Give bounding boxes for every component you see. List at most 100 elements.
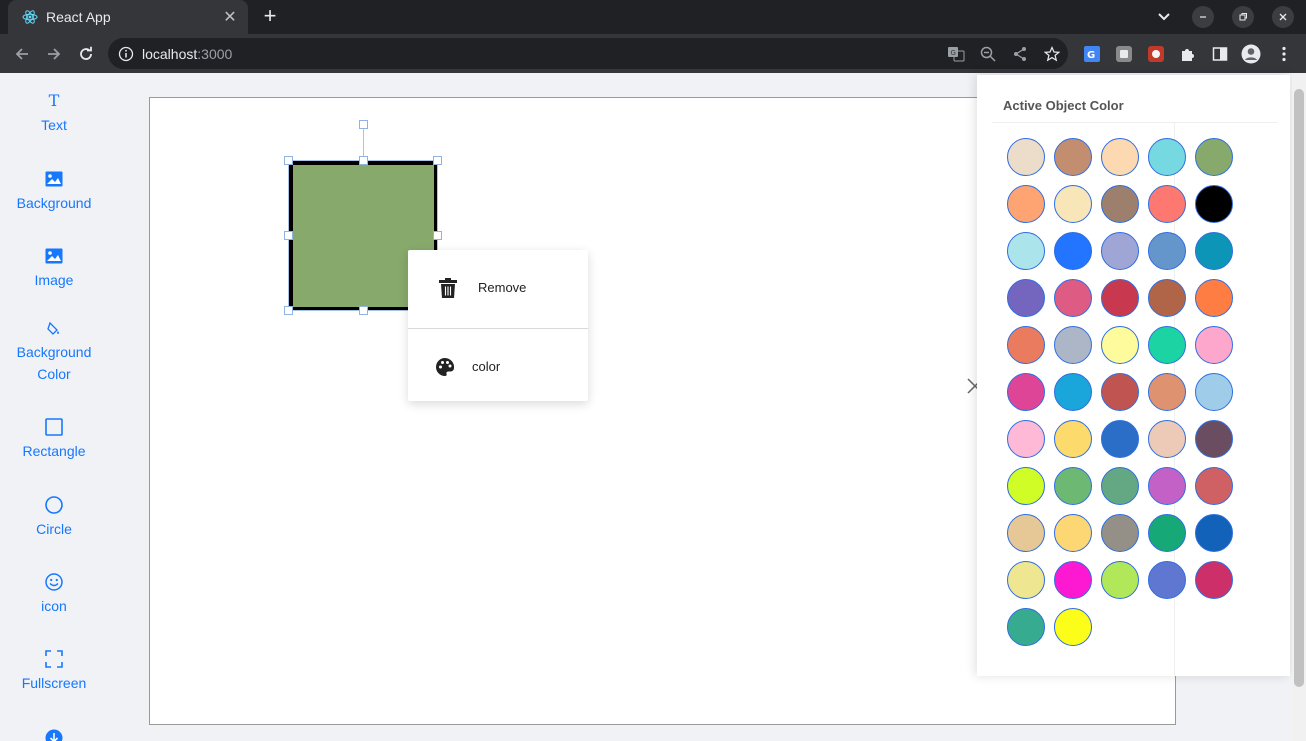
resize-handle-l[interactable] bbox=[284, 231, 293, 240]
browser-window: React App ✕ + localhost:3000 G G T Text … bbox=[0, 0, 1306, 741]
tab-search-icon[interactable] bbox=[1153, 6, 1175, 28]
color-swatch[interactable] bbox=[1007, 420, 1045, 458]
color-swatch[interactable] bbox=[1195, 138, 1233, 176]
resize-handle-tr[interactable] bbox=[433, 156, 442, 165]
sidebar-item-image[interactable]: Image bbox=[0, 246, 108, 291]
color-swatch[interactable] bbox=[1054, 138, 1092, 176]
sidebar-item-text[interactable]: T Text bbox=[0, 91, 108, 136]
browser-toolbar: localhost:3000 G G bbox=[0, 34, 1306, 73]
color-swatch[interactable] bbox=[1101, 373, 1139, 411]
color-swatch[interactable] bbox=[1101, 420, 1139, 458]
extension-icon[interactable] bbox=[1146, 44, 1166, 64]
rotate-handle[interactable] bbox=[359, 120, 368, 129]
color-swatch[interactable] bbox=[1054, 185, 1092, 223]
bookmark-star-icon[interactable] bbox=[1042, 44, 1062, 64]
translate-icon[interactable]: G bbox=[946, 44, 966, 64]
color-swatch[interactable] bbox=[1148, 561, 1186, 599]
color-swatch[interactable] bbox=[1054, 279, 1092, 317]
sidebar-item-download[interactable] bbox=[0, 728, 108, 741]
page-scrollbar[interactable] bbox=[1292, 73, 1306, 741]
profile-icon[interactable] bbox=[1241, 44, 1261, 64]
color-swatch[interactable] bbox=[1195, 514, 1233, 552]
color-swatch[interactable] bbox=[1054, 373, 1092, 411]
color-swatch[interactable] bbox=[1101, 138, 1139, 176]
color-swatch[interactable] bbox=[1148, 232, 1186, 270]
color-swatch[interactable] bbox=[1007, 232, 1045, 270]
color-swatch[interactable] bbox=[1101, 279, 1139, 317]
sidebar-item-circle[interactable]: Circle bbox=[0, 495, 108, 540]
google-translate-extension-icon[interactable]: G bbox=[1082, 44, 1102, 64]
color-swatch[interactable] bbox=[1007, 608, 1045, 646]
share-icon[interactable] bbox=[1010, 44, 1030, 64]
color-swatch[interactable] bbox=[1007, 467, 1045, 505]
color-swatch[interactable] bbox=[1148, 514, 1186, 552]
color-swatch[interactable] bbox=[1007, 561, 1045, 599]
forward-icon[interactable] bbox=[42, 42, 66, 66]
color-swatch[interactable] bbox=[1101, 232, 1139, 270]
resize-handle-t[interactable] bbox=[359, 156, 368, 165]
color-swatch[interactable] bbox=[1195, 279, 1233, 317]
address-bar[interactable]: localhost:3000 bbox=[108, 38, 1068, 69]
color-swatch[interactable] bbox=[1148, 326, 1186, 364]
color-swatch[interactable] bbox=[1007, 138, 1045, 176]
info-icon[interactable] bbox=[118, 46, 134, 62]
color-swatch[interactable] bbox=[1101, 326, 1139, 364]
restore-icon[interactable] bbox=[1232, 6, 1254, 28]
color-swatch[interactable] bbox=[1054, 514, 1092, 552]
color-swatch[interactable] bbox=[1054, 232, 1092, 270]
sidebar-item-label: icon bbox=[41, 598, 67, 614]
remove-menu-item[interactable]: Remove bbox=[408, 250, 588, 325]
window-close-icon[interactable] bbox=[1272, 6, 1294, 28]
color-swatch[interactable] bbox=[1101, 185, 1139, 223]
resize-handle-b[interactable] bbox=[359, 306, 368, 315]
color-swatch[interactable] bbox=[1148, 279, 1186, 317]
side-panel-icon[interactable] bbox=[1210, 44, 1230, 64]
color-swatch[interactable] bbox=[1195, 185, 1233, 223]
sidebar-item-fullscreen[interactable]: Fullscreen bbox=[0, 649, 108, 694]
sidebar-item-rectangle[interactable]: Rectangle bbox=[0, 417, 108, 462]
sidebar-item-icon[interactable]: icon bbox=[0, 572, 108, 617]
color-swatch[interactable] bbox=[1054, 608, 1092, 646]
color-swatch[interactable] bbox=[1007, 279, 1045, 317]
extension-icon[interactable] bbox=[1114, 44, 1134, 64]
color-swatch[interactable] bbox=[1148, 138, 1186, 176]
color-swatch[interactable] bbox=[1007, 326, 1045, 364]
color-swatch[interactable] bbox=[1148, 420, 1186, 458]
color-swatch[interactable] bbox=[1195, 373, 1233, 411]
color-menu-item[interactable]: color bbox=[408, 329, 588, 404]
sidebar-item-background[interactable]: Background bbox=[0, 169, 108, 214]
color-swatch[interactable] bbox=[1148, 467, 1186, 505]
color-swatch[interactable] bbox=[1054, 561, 1092, 599]
color-swatch[interactable] bbox=[1148, 373, 1186, 411]
resize-handle-tl[interactable] bbox=[284, 156, 293, 165]
resize-handle-bl[interactable] bbox=[284, 306, 293, 315]
color-drawer: Active Object Color bbox=[977, 75, 1290, 676]
puzzle-icon[interactable] bbox=[1178, 44, 1198, 64]
new-tab-icon[interactable]: + bbox=[259, 5, 281, 27]
color-swatch[interactable] bbox=[1195, 232, 1233, 270]
color-swatch[interactable] bbox=[1054, 467, 1092, 505]
resize-handle-r[interactable] bbox=[433, 231, 442, 240]
zoom-icon[interactable] bbox=[978, 44, 998, 64]
color-swatch[interactable] bbox=[1195, 467, 1233, 505]
color-swatch[interactable] bbox=[1101, 514, 1139, 552]
color-swatch[interactable] bbox=[1101, 467, 1139, 505]
close-tab-icon[interactable]: ✕ bbox=[222, 7, 238, 27]
color-swatch[interactable] bbox=[1007, 373, 1045, 411]
back-icon[interactable] bbox=[10, 42, 34, 66]
color-swatch[interactable] bbox=[1195, 561, 1233, 599]
minimize-icon[interactable] bbox=[1192, 6, 1214, 28]
browser-tab[interactable]: React App ✕ bbox=[8, 0, 248, 34]
color-swatch[interactable] bbox=[1007, 185, 1045, 223]
color-swatch[interactable] bbox=[1195, 420, 1233, 458]
color-swatch[interactable] bbox=[1007, 514, 1045, 552]
color-swatch[interactable] bbox=[1054, 326, 1092, 364]
reload-icon[interactable] bbox=[74, 42, 98, 66]
sidebar-item-background-color[interactable]: Background Color bbox=[0, 318, 108, 385]
scrollbar-thumb[interactable] bbox=[1294, 89, 1304, 687]
color-swatch[interactable] bbox=[1054, 420, 1092, 458]
color-swatch[interactable] bbox=[1195, 326, 1233, 364]
color-swatch[interactable] bbox=[1101, 561, 1139, 599]
color-swatch[interactable] bbox=[1148, 185, 1186, 223]
menu-icon[interactable] bbox=[1274, 44, 1294, 64]
